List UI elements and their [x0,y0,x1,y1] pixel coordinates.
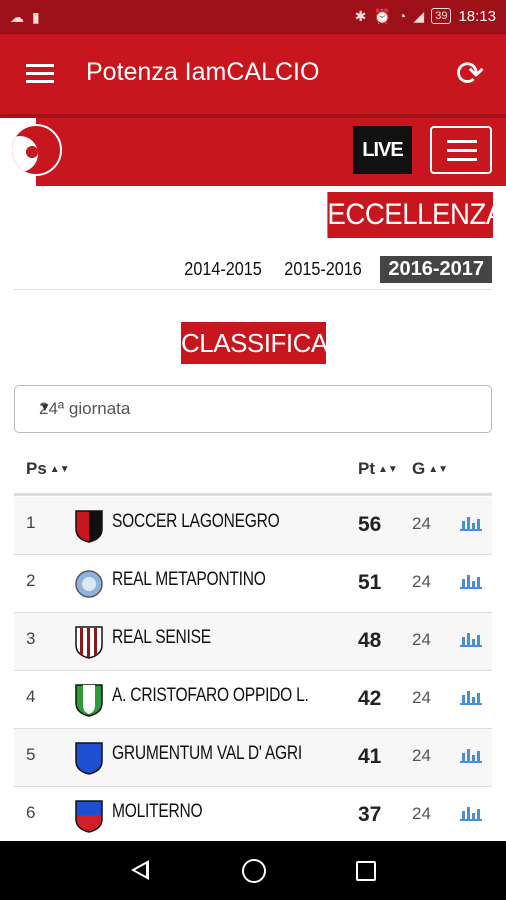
season-tab-2015-2016[interactable]: 2015-2016 [285,259,362,280]
row-games: 24 [412,572,431,591]
season-tab-2014-2015[interactable]: 2014-2015 [184,259,261,280]
team-name[interactable]: REAL METAPONTINO [112,569,266,591]
live-button[interactable]: LIVE [353,126,412,174]
league-title: ECCELLENZA [327,192,504,238]
row-games: 24 [412,514,431,533]
team-name[interactable]: GRUMENTUM VAL D' AGRI [112,743,302,765]
signal-icon: ◢ [413,8,425,24]
row-games: 24 [412,746,431,765]
table-row[interactable]: 1 SOCCER LAGONEGRO 56 24 [14,497,492,555]
team-name[interactable]: A. CRISTOFARO OPPIDO L. [112,685,309,707]
team-name[interactable]: MOLITERNO [112,801,203,823]
recent-apps-icon[interactable] [356,861,376,881]
row-points: 48 [358,629,382,652]
table-row[interactable]: 3 REAL SENISE 48 24 [14,613,492,671]
col-header-position[interactable]: Ps ▲▼ [26,459,70,479]
standings-table: 1 SOCCER LAGONEGRO 56 24 2 REAL METAPONTINO 51… [14,497,492,845]
cloud-icon: ☁ [10,9,24,25]
row-position: 4 [26,687,36,706]
round-select[interactable]: 24ª giornata ▼ [14,385,492,433]
app-title: Potenza IamCALCIO [86,58,320,86]
site-menu-button[interactable] [430,126,492,174]
row-points: 56 [358,513,382,536]
bar-chart-icon[interactable] [460,573,482,589]
team-name[interactable]: SOCCER LAGONEGRO [112,511,280,533]
row-position: 3 [26,629,36,648]
wifi-icon: ◔ [397,8,407,24]
team-name[interactable]: REAL SENISE [112,627,211,649]
home-icon[interactable] [242,859,266,883]
table-row[interactable]: 6 MOLITERNO 37 24 [14,787,492,845]
row-position: 6 [26,803,36,822]
app-bar: Potenza IamCALCIO ⟳ [0,34,506,114]
battery-icon: 39 [431,8,452,24]
table-row[interactable]: 5 GRUMENTUM VAL D' AGRI 41 24 [14,729,492,787]
bar-chart-icon[interactable] [460,515,482,531]
row-points: 42 [358,687,382,710]
back-icon[interactable] [131,860,149,880]
table-row[interactable]: 4 A. CRISTOFARO OPPIDO L. 42 24 [14,671,492,729]
row-position: 1 [26,513,36,532]
team-crest-icon [74,625,104,659]
team-crest-icon [74,567,104,601]
row-points: 37 [358,803,382,826]
row-position: 5 [26,745,36,764]
status-bar: ☁ ▮ ✱ ⏰ ◔ ◢ 39 18:13 [0,0,506,34]
row-points: 41 [358,745,382,768]
table-header: Ps ▲▼ Pt ▲▼ G ▲▼ [14,448,492,496]
soccer-ball-logo[interactable] [10,124,62,176]
standings-heading: CLASSIFICA [181,322,328,364]
bar-chart-icon[interactable] [460,631,482,647]
sort-icon: ▲▼ [428,464,449,475]
caret-down-icon: ▼ [39,400,51,414]
bar-chart-icon[interactable] [460,805,482,821]
team-crest-icon [74,683,104,717]
bar-chart-icon[interactable] [460,747,482,763]
site-header: LIVE [0,114,506,186]
alarm-icon: ⏰ [373,8,391,24]
row-games: 24 [412,688,431,707]
col-header-games[interactable]: G ▲▼ [412,459,448,479]
refresh-icon[interactable]: ⟳ [452,56,488,92]
divider [14,289,492,290]
season-tabs: 2014-2015 2015-2016 2016-2017 [180,256,492,283]
app-screen: ☁ ▮ ✱ ⏰ ◔ ◢ 39 18:13 Potenza IamCALCIO ⟳… [0,0,506,900]
battery-saver-icon: ▮ [32,9,40,25]
sort-icon: ▲▼ [49,464,70,475]
system-nav-bar [0,841,506,900]
table-row[interactable]: 2 REAL METAPONTINO 51 24 [14,555,492,613]
team-crest-icon [74,509,104,543]
team-crest-icon [74,741,104,775]
row-games: 24 [412,804,431,823]
row-position: 2 [26,571,36,590]
bluetooth-icon: ✱ [354,8,367,24]
season-tab-2016-2017[interactable]: 2016-2017 [380,256,492,283]
row-games: 24 [412,630,431,649]
clock: 18:13 [458,7,496,25]
team-crest-icon [74,799,104,833]
col-header-points[interactable]: Pt ▲▼ [358,459,398,479]
row-points: 51 [358,571,382,594]
bar-chart-icon[interactable] [460,689,482,705]
sort-icon: ▲▼ [378,464,398,475]
hamburger-icon[interactable] [26,64,54,84]
